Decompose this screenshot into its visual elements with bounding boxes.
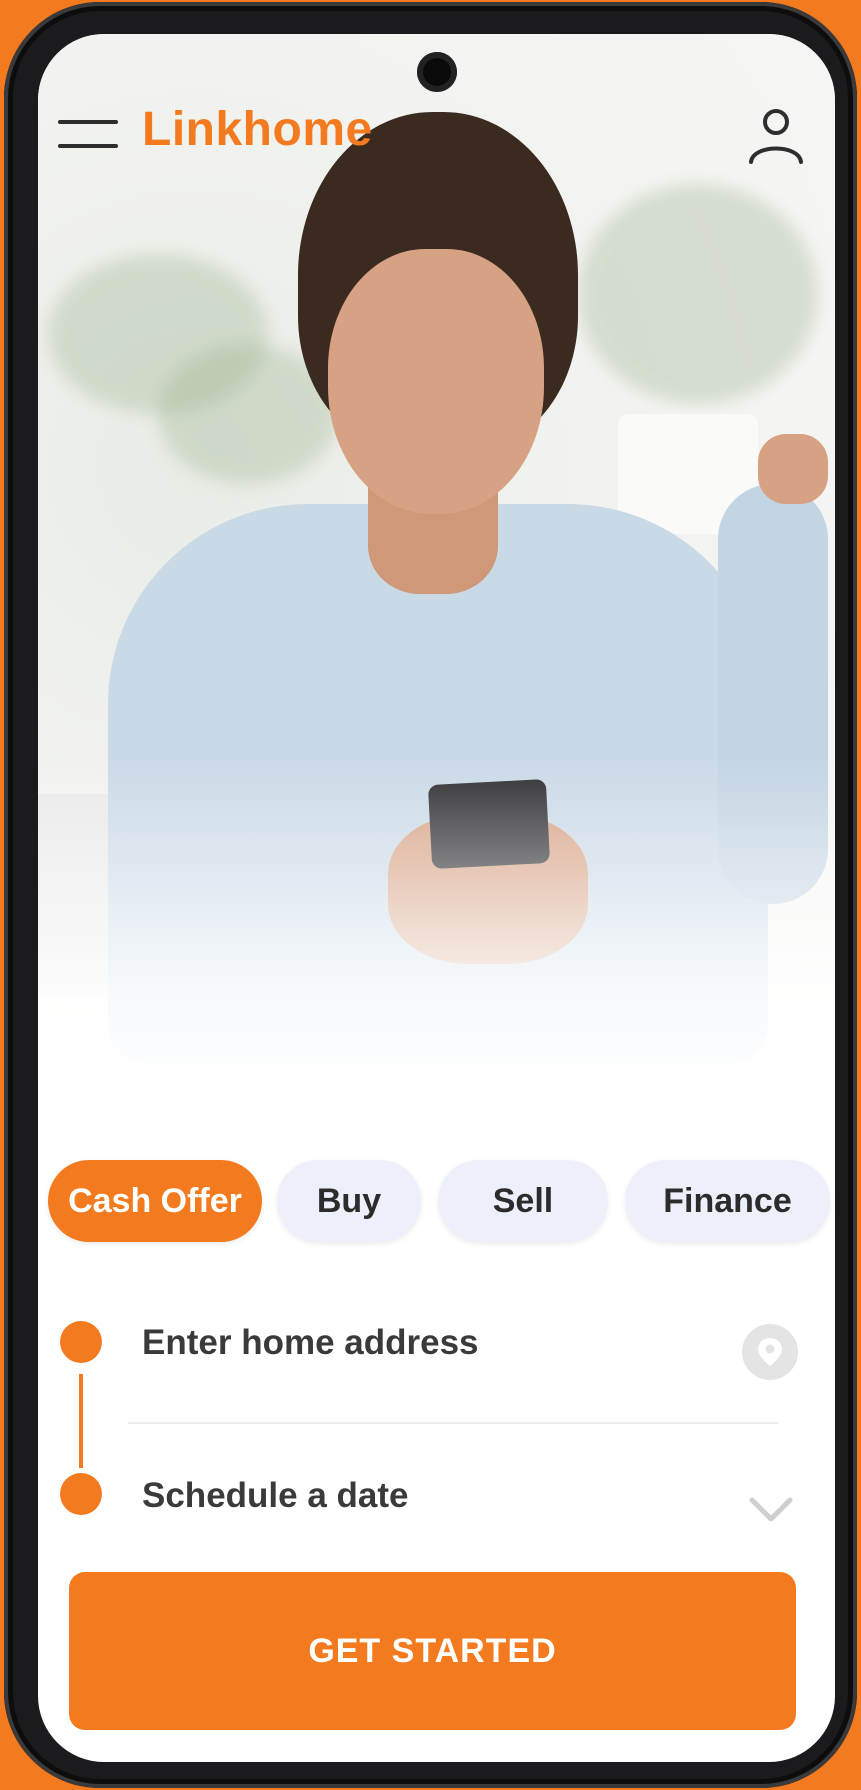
- tab-buy[interactable]: Buy: [277, 1160, 421, 1242]
- menu-line: [58, 120, 118, 124]
- brand-logo[interactable]: Linkhome: [142, 102, 373, 157]
- person-fist: [758, 434, 828, 504]
- address-input[interactable]: Enter home address: [142, 1323, 479, 1363]
- step-dot-address: [60, 1321, 102, 1363]
- chevron-down-icon[interactable]: [746, 1490, 796, 1530]
- tab-finance[interactable]: Finance: [625, 1160, 830, 1242]
- service-tabs: Cash Offer Buy Sell Finance: [48, 1160, 835, 1244]
- tab-cash-offer[interactable]: Cash Offer: [48, 1160, 262, 1242]
- hamburger-menu-icon[interactable]: [58, 112, 120, 156]
- step-connector-line: [79, 1374, 83, 1468]
- field-divider: [128, 1422, 778, 1424]
- hero-image: [38, 34, 835, 1114]
- user-profile-icon[interactable]: [743, 102, 809, 168]
- location-pin-icon-glyph: [758, 1338, 782, 1366]
- person-face: [328, 249, 544, 514]
- background-plant: [578, 184, 818, 404]
- front-camera: [417, 52, 457, 92]
- location-pin-icon[interactable]: [742, 1324, 798, 1380]
- tab-sell[interactable]: Sell: [438, 1160, 608, 1242]
- phone-device-frame: Linkhome Cash Offer Buy Sell Finance Ent…: [4, 2, 857, 1788]
- menu-line: [58, 144, 118, 148]
- schedule-date-select[interactable]: Schedule a date: [142, 1476, 408, 1516]
- app-screen: Linkhome Cash Offer Buy Sell Finance Ent…: [38, 34, 835, 1762]
- step-dot-date: [60, 1473, 102, 1515]
- get-started-button[interactable]: GET STARTED: [69, 1572, 796, 1730]
- hero-fade-overlay: [38, 754, 835, 1114]
